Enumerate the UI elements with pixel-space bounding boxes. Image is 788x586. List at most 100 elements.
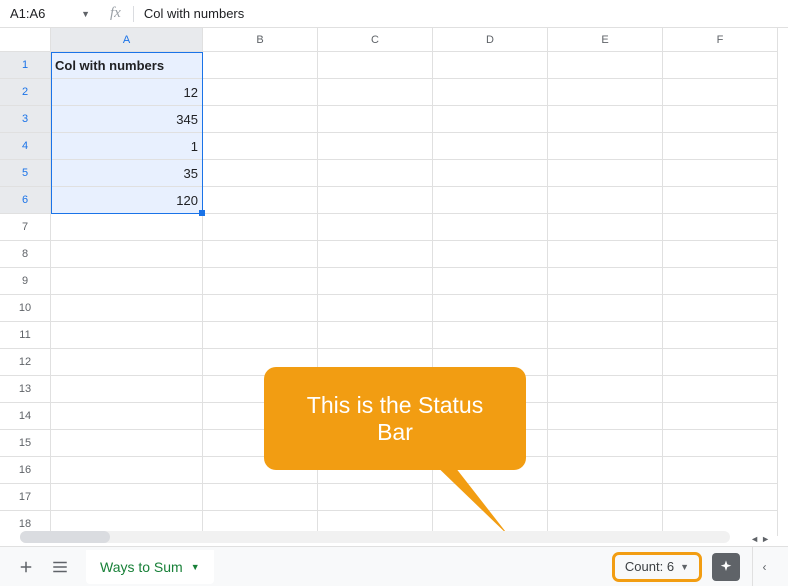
sheet-tab[interactable]: Ways to Sum ▼ [86,550,214,584]
cell[interactable] [433,187,548,214]
cell[interactable]: 1 [51,133,203,160]
cell[interactable] [318,79,433,106]
row-header[interactable]: 15 [0,430,51,457]
cell[interactable] [548,295,663,322]
cell[interactable] [318,268,433,295]
cell[interactable] [548,160,663,187]
cell[interactable] [433,295,548,322]
chevron-down-icon[interactable]: ▼ [191,562,200,572]
cell[interactable] [51,349,203,376]
cell[interactable] [203,268,318,295]
cell[interactable] [433,106,548,133]
cell[interactable] [51,403,203,430]
cell[interactable] [548,214,663,241]
cell[interactable] [318,241,433,268]
row-header[interactable]: 17 [0,484,51,511]
cell[interactable] [433,241,548,268]
cell[interactable] [548,133,663,160]
cell[interactable]: 12 [51,79,203,106]
cell[interactable] [548,376,663,403]
col-header-a[interactable]: A [51,28,203,52]
cell[interactable] [663,268,778,295]
cell[interactable] [318,322,433,349]
row-header[interactable]: 16 [0,457,51,484]
row-header[interactable]: 4 [0,133,51,160]
scroll-left-icon[interactable]: ◄ [750,534,759,544]
cell[interactable] [663,133,778,160]
cell[interactable] [203,187,318,214]
cell[interactable] [663,484,778,511]
cell[interactable] [433,52,548,79]
cell[interactable] [548,241,663,268]
cell[interactable] [548,79,663,106]
cell[interactable] [548,268,663,295]
select-all-corner[interactable] [0,28,51,52]
row-header[interactable]: 13 [0,376,51,403]
col-header-f[interactable]: F [663,28,778,52]
cell[interactable] [663,106,778,133]
all-sheets-button[interactable] [46,553,74,581]
cell[interactable] [433,79,548,106]
cell[interactable] [663,214,778,241]
cell[interactable] [548,349,663,376]
cell[interactable] [548,187,663,214]
scroll-right-icon[interactable]: ► [761,534,770,544]
quick-stats-button[interactable]: Count: 6 ▼ [612,552,702,582]
scrollbar-thumb[interactable] [20,531,110,543]
side-panel-toggle[interactable]: ‹ [752,547,776,586]
cell[interactable] [51,457,203,484]
cell[interactable] [51,214,203,241]
cell[interactable] [51,295,203,322]
cell[interactable] [318,214,433,241]
cell[interactable] [548,484,663,511]
cell[interactable] [663,52,778,79]
cell[interactable] [433,160,548,187]
cell[interactable] [548,106,663,133]
cell[interactable] [51,268,203,295]
row-header[interactable]: 9 [0,268,51,295]
cell[interactable] [548,430,663,457]
cell[interactable]: 120 [51,187,203,214]
row-header[interactable]: 10 [0,295,51,322]
cell[interactable] [51,241,203,268]
cell[interactable] [51,484,203,511]
cell[interactable] [433,268,548,295]
cell[interactable] [548,52,663,79]
name-box[interactable]: A1:A6 ▼ [0,0,98,27]
row-header[interactable]: 7 [0,214,51,241]
row-header[interactable]: 1 [0,52,51,79]
cell[interactable] [663,295,778,322]
row-header[interactable]: 3 [0,106,51,133]
col-header-b[interactable]: B [203,28,318,52]
cell[interactable] [433,214,548,241]
cell[interactable] [663,349,778,376]
row-header[interactable]: 5 [0,160,51,187]
col-header-d[interactable]: D [433,28,548,52]
cell[interactable] [663,403,778,430]
cell[interactable] [203,79,318,106]
add-sheet-button[interactable] [12,553,40,581]
cell[interactable] [51,322,203,349]
cell[interactable] [663,430,778,457]
explore-button[interactable] [712,553,740,581]
cell[interactable] [51,376,203,403]
cell[interactable]: 345 [51,106,203,133]
row-header[interactable]: 8 [0,241,51,268]
horizontal-scrollbar[interactable] [20,531,730,543]
cell[interactable] [318,484,433,511]
cell[interactable] [318,187,433,214]
cell[interactable]: 35 [51,160,203,187]
row-header[interactable]: 12 [0,349,51,376]
cell[interactable] [318,52,433,79]
cell[interactable] [318,295,433,322]
cell[interactable] [318,160,433,187]
cell[interactable] [663,79,778,106]
cell[interactable] [663,322,778,349]
cell[interactable] [203,52,318,79]
cell[interactable] [203,133,318,160]
cell[interactable] [433,133,548,160]
cell[interactable] [203,241,318,268]
col-header-c[interactable]: C [318,28,433,52]
cell[interactable] [203,322,318,349]
cell[interactable] [663,376,778,403]
